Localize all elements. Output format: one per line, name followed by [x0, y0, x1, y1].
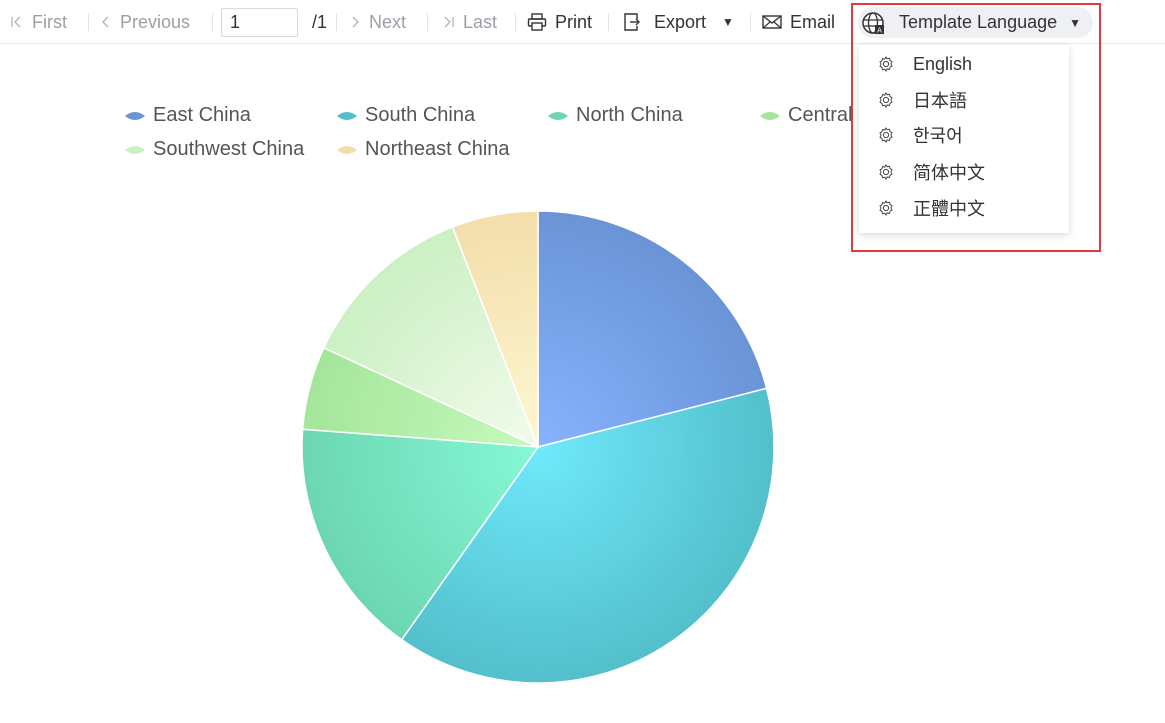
legend-swatch [337, 145, 357, 155]
legend-item[interactable]: North China [548, 104, 683, 127]
gear-icon [879, 92, 893, 108]
language-option-japanese[interactable]: 日本語 [859, 82, 1069, 118]
legend-label: Northeast China [365, 138, 510, 160]
legend-swatch [548, 111, 568, 121]
language-option-english[interactable]: English [859, 46, 1069, 82]
legend-swatch [125, 111, 145, 121]
gear-icon [879, 56, 893, 72]
legend-item[interactable]: Southwest China [125, 138, 304, 161]
legend-swatch [337, 111, 357, 121]
language-dropdown-menu: English 日本語 한국어 简体中文 正體中文 [859, 45, 1069, 233]
legend-label: Central [788, 104, 853, 126]
language-option-label: 简体中文 [913, 163, 985, 183]
legend-item[interactable]: East China [125, 104, 251, 127]
gear-icon [879, 164, 893, 180]
gear-icon [879, 127, 893, 143]
legend-label: North China [576, 104, 683, 126]
language-option-label: 한국어 [913, 126, 963, 146]
language-option-korean[interactable]: 한국어 [859, 117, 1069, 153]
legend-swatch [125, 145, 145, 155]
language-option-label: English [913, 53, 973, 74]
gear-icon [879, 200, 893, 216]
language-option-simplified-chinese[interactable]: 简体中文 [859, 154, 1069, 190]
legend-item[interactable]: South China [337, 104, 475, 127]
legend-item[interactable]: Central [760, 104, 852, 127]
language-option-label: 正體中文 [913, 199, 985, 219]
legend-swatch [760, 111, 780, 121]
legend-label: East China [153, 104, 251, 126]
legend-item[interactable]: Northeast China [337, 138, 510, 161]
legend-label: South China [365, 104, 476, 126]
language-option-traditional-chinese[interactable]: 正體中文 [859, 190, 1069, 226]
language-option-label: 日本語 [913, 91, 967, 111]
legend-label: Southwest China [153, 138, 305, 160]
